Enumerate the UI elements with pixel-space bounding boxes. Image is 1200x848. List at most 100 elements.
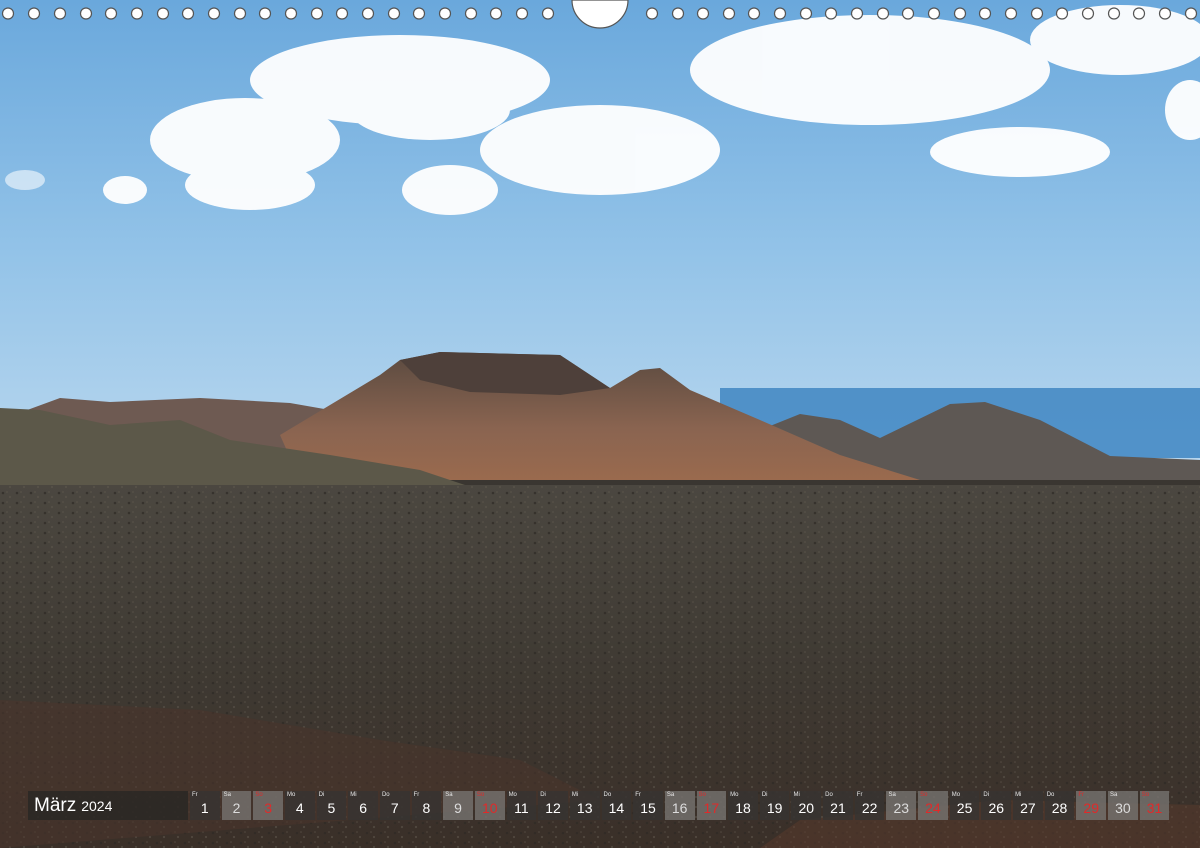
day-weekday: Mi — [1015, 792, 1022, 798]
day-weekday: Mo — [508, 792, 517, 798]
day-number: 5 — [327, 800, 336, 816]
day-cell: Di 19 — [759, 791, 790, 820]
day-cell: Do 28 — [1044, 791, 1075, 820]
day-number: 12 — [545, 800, 561, 816]
day-cell: Sa 23 — [886, 791, 917, 820]
day-number: 29 — [1083, 800, 1099, 816]
day-cell: So 10 — [474, 791, 505, 820]
day-weekday: Mo — [286, 792, 296, 798]
day-number: 30 — [1115, 800, 1131, 816]
day-cell: So 3 — [253, 791, 283, 820]
calendar-strip: März 2024 Fr 1 Sa 2 So 3 Mo 4 Di 5 Mi 6 Do 7 Fr 8 Sa 9 So 1… — [28, 791, 1172, 820]
day-number: 16 — [671, 800, 688, 816]
day-cell: Do 21 — [823, 791, 853, 820]
day-cell: So 17 — [696, 791, 727, 820]
day-cell: Do 14 — [601, 791, 632, 820]
day-weekday: Mi — [793, 792, 800, 798]
day-weekday: So — [920, 792, 928, 798]
spiral-binding — [1, 0, 1198, 29]
day-number: 31 — [1146, 800, 1163, 816]
day-weekday: Do — [825, 792, 833, 798]
day-cell: Sa 2 — [221, 791, 252, 820]
day-cells: Fr 1 Sa 2 So 3 Mo 4 Di 5 Mi 6 Do 7 Fr 8 Sa 9 So 10 Mo 11 Di 12 M… — [190, 791, 1171, 820]
day-weekday: Do — [381, 792, 390, 798]
day-cell: Mo 25 — [949, 791, 980, 820]
month-year: 2024 — [81, 797, 113, 814]
day-number: 25 — [956, 800, 973, 816]
day-weekday: Sa — [223, 792, 231, 798]
day-cell: Di 5 — [316, 791, 347, 820]
day-weekday: So — [1141, 792, 1150, 798]
month-label: März 2024 — [28, 791, 188, 820]
day-weekday: Fr — [635, 792, 641, 798]
day-cell: Fr 8 — [411, 791, 442, 820]
day-cell: Do 7 — [379, 791, 410, 820]
day-number: 10 — [481, 800, 498, 816]
landscape-photo — [0, 0, 1200, 848]
day-weekday: Mi — [350, 792, 357, 798]
day-weekday: Di — [318, 792, 325, 798]
day-cell: Sa 16 — [664, 791, 695, 820]
day-cell: Sa 30 — [1108, 791, 1138, 820]
day-number: 8 — [422, 800, 431, 816]
day-number: 22 — [861, 800, 878, 816]
day-cell: Fr 1 — [190, 791, 220, 820]
day-weekday: So — [476, 792, 485, 798]
day-number: 3 — [264, 800, 273, 816]
day-cell: Sa 9 — [443, 791, 473, 820]
day-number: 19 — [766, 800, 783, 816]
day-number: 14 — [608, 800, 625, 816]
day-number: 28 — [1051, 800, 1068, 816]
day-weekday: Fr — [192, 792, 198, 798]
day-number: 27 — [1020, 800, 1036, 816]
day-weekday: So — [255, 792, 263, 798]
day-weekday: Sa — [888, 792, 896, 798]
day-cell: Mi 6 — [348, 791, 378, 820]
day-cell: Mo 11 — [506, 791, 537, 820]
day-cell: Mi 13 — [569, 791, 600, 820]
day-weekday: Do — [603, 792, 612, 798]
day-weekday: Sa — [1110, 792, 1118, 798]
day-cell: Di 12 — [538, 791, 568, 820]
day-number: 20 — [798, 800, 815, 816]
day-number: 2 — [232, 800, 241, 816]
day-weekday: Di — [761, 792, 768, 798]
day-number: 23 — [893, 800, 910, 816]
day-cell: Mi 27 — [1013, 791, 1043, 820]
day-cell: Mo 4 — [284, 791, 315, 820]
day-number: 15 — [640, 800, 656, 816]
day-weekday: Mo — [730, 792, 739, 798]
day-cell: Fr 29 — [1076, 791, 1107, 820]
day-cell: Di 26 — [981, 791, 1012, 820]
day-cell: So 24 — [918, 791, 948, 820]
day-weekday: Di — [540, 792, 546, 798]
day-number: 1 — [200, 800, 209, 816]
day-weekday: Fr — [413, 792, 420, 798]
day-weekday: Di — [983, 792, 990, 798]
day-number: 26 — [988, 800, 1005, 816]
day-number: 9 — [454, 800, 462, 816]
day-weekday: Mi — [571, 792, 579, 798]
day-cell: Fr 15 — [633, 791, 663, 820]
day-weekday: Sa — [666, 792, 675, 798]
day-cell: Mi 20 — [791, 791, 822, 820]
day-number: 21 — [830, 800, 846, 816]
day-cell: Fr 22 — [854, 791, 885, 820]
day-weekday: Mo — [951, 792, 961, 798]
day-cell: Mo 18 — [728, 791, 758, 820]
day-number: 7 — [390, 800, 399, 816]
day-number: 6 — [359, 800, 367, 816]
day-weekday: Sa — [445, 792, 453, 798]
day-number: 24 — [925, 800, 941, 816]
day-weekday: So — [698, 792, 706, 798]
day-weekday: Fr — [1078, 792, 1085, 798]
day-weekday: Fr — [856, 792, 863, 798]
day-number: 11 — [514, 800, 529, 816]
day-cell: So 31 — [1139, 791, 1170, 820]
month-name: März — [34, 794, 77, 816]
day-weekday: Do — [1046, 792, 1055, 798]
day-number: 18 — [735, 800, 751, 816]
day-number: 17 — [703, 800, 720, 816]
day-number: 13 — [576, 800, 593, 816]
day-number: 4 — [295, 800, 304, 816]
